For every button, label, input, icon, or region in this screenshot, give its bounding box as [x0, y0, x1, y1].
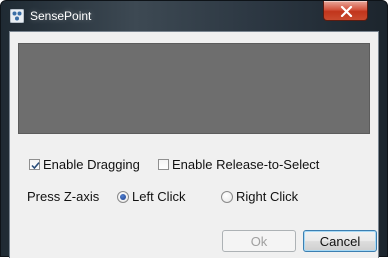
enable-release-to-select-label[interactable]: Enable Release-to-Select [172, 157, 319, 172]
title-bar[interactable]: SensePoint [1, 1, 387, 31]
press-z-axis-label: Press Z-axis [27, 189, 100, 204]
close-x-icon [340, 6, 353, 17]
close-button[interactable] [323, 1, 368, 21]
left-click-label[interactable]: Left Click [132, 189, 185, 204]
sensepoint-app-icon [9, 8, 25, 24]
sensepoint-dialog-window: SensePoint Enable Dragging Enable Releas… [0, 0, 388, 258]
enable-dragging-label[interactable]: Enable Dragging [43, 157, 140, 172]
cancel-button[interactable]: Cancel [303, 230, 377, 252]
radio-selected-dot [120, 194, 126, 200]
right-click-radio[interactable] [221, 191, 233, 203]
right-click-label[interactable]: Right Click [236, 189, 298, 204]
dialog-client-area: Enable Dragging Enable Release-to-Select… [9, 31, 379, 258]
left-click-radio[interactable] [117, 191, 129, 203]
enable-release-to-select-checkbox[interactable] [158, 159, 169, 170]
enable-dragging-checkbox[interactable] [29, 159, 40, 170]
preview-canvas[interactable] [18, 43, 370, 134]
window-title: SensePoint [30, 9, 92, 23]
checkmark-icon [31, 162, 40, 170]
ok-button[interactable]: Ok [222, 230, 296, 252]
